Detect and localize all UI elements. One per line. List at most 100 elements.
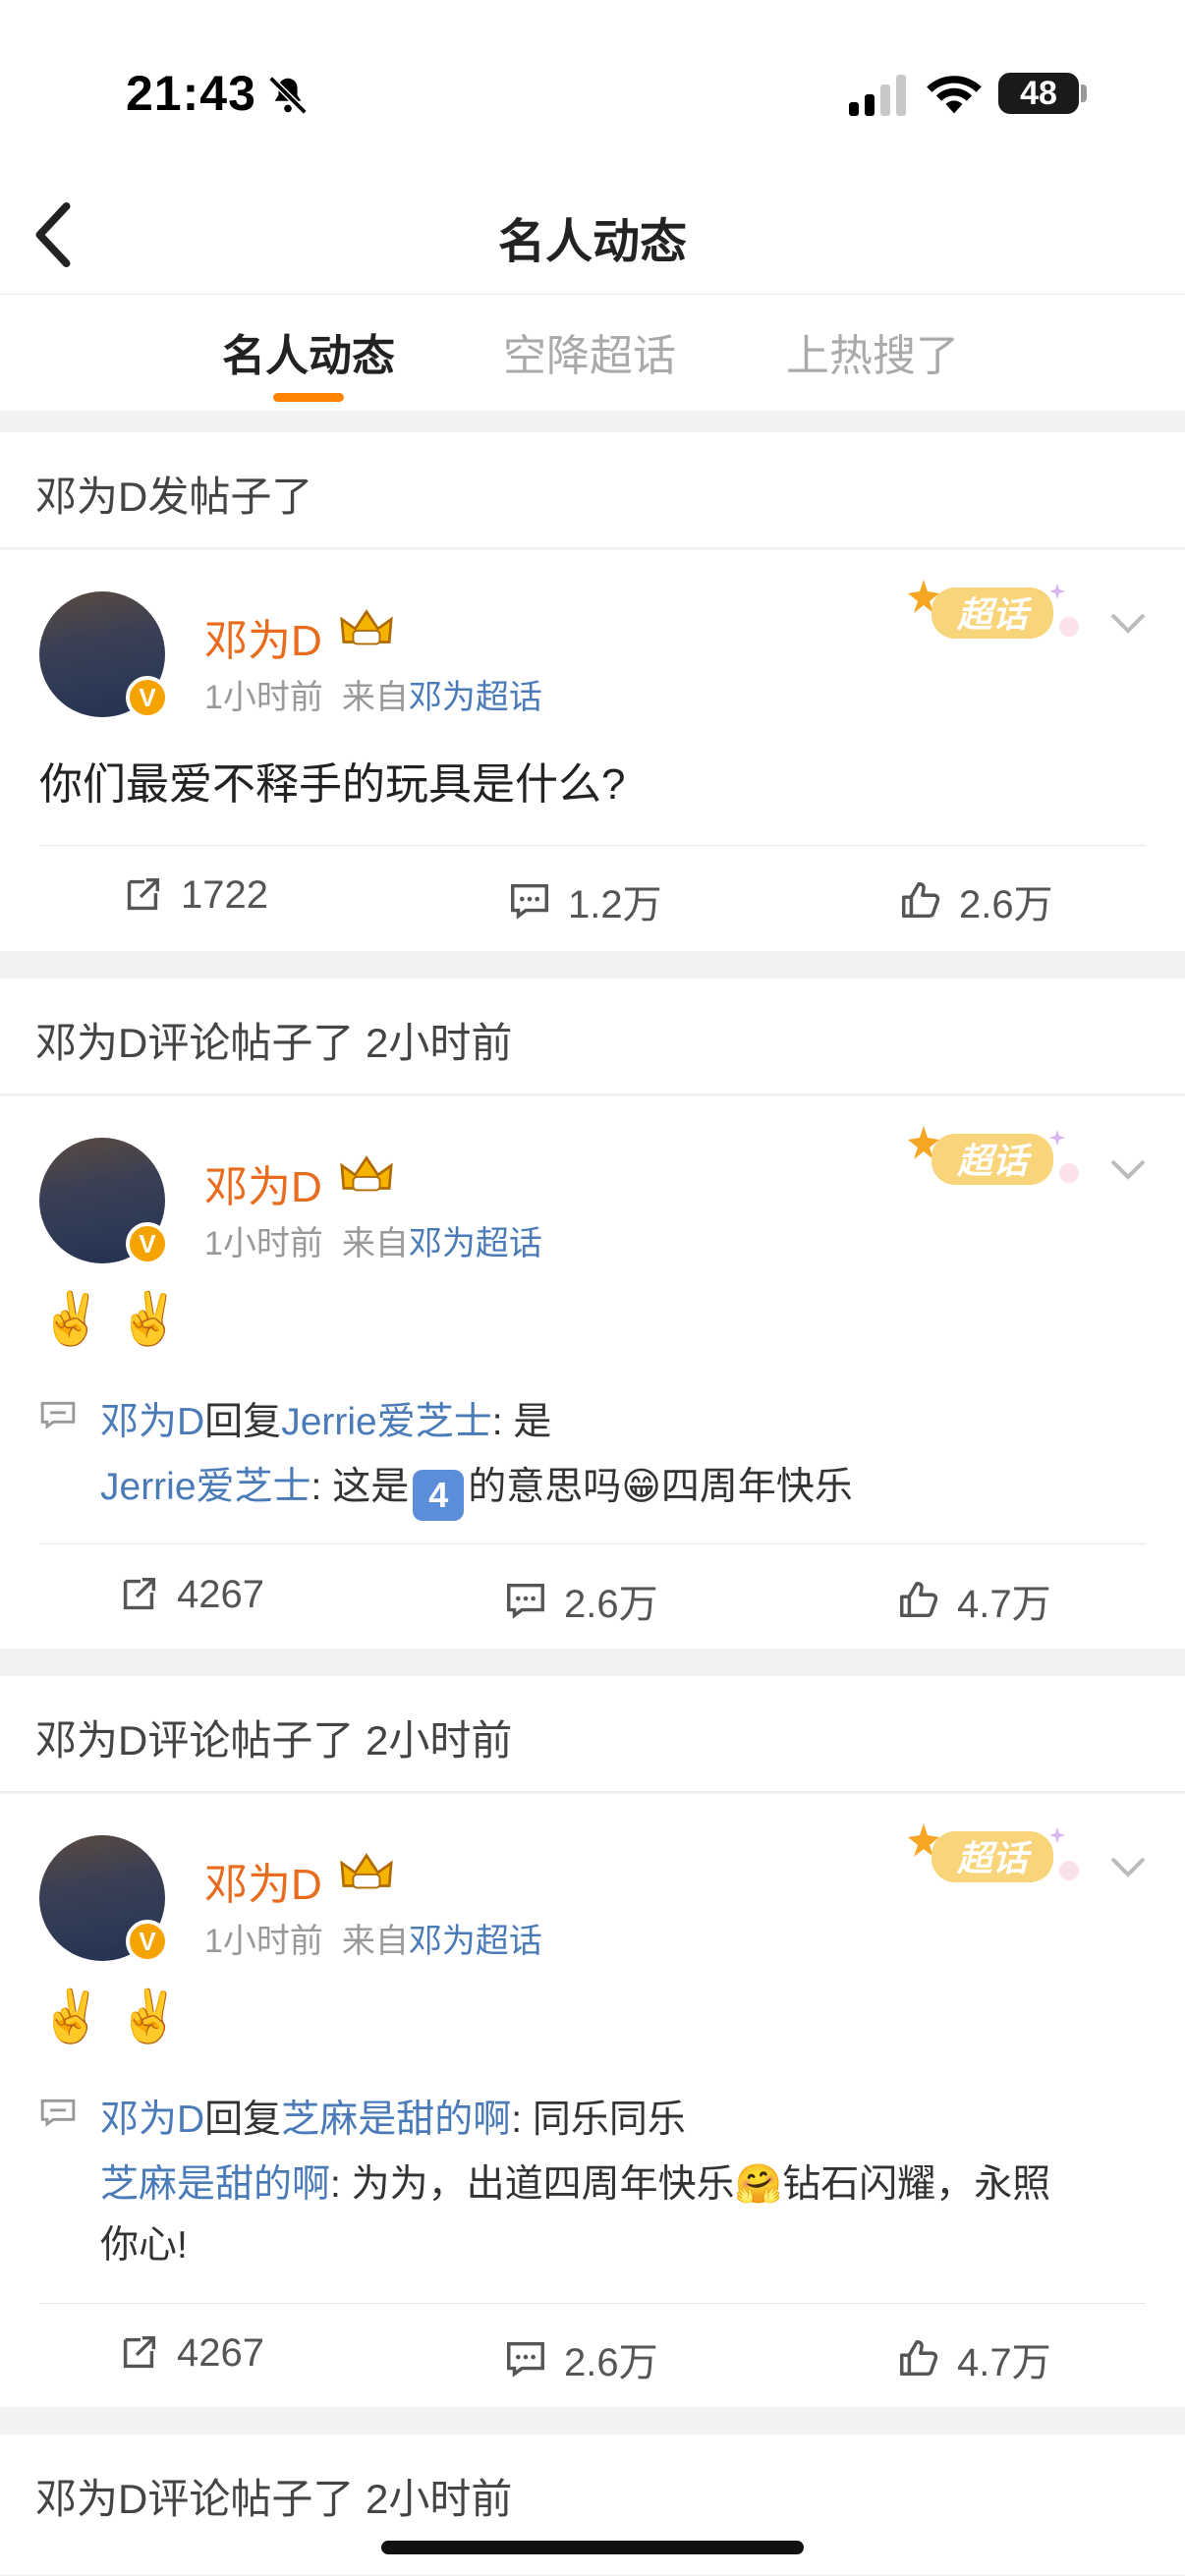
tab-celebrity-updates[interactable]: 名人动态 <box>222 320 395 383</box>
like-button[interactable]: 2.6万 <box>898 872 1053 929</box>
comment-icon <box>507 2341 544 2378</box>
section-header: 邓为D评论帖子了 2小时前 <box>0 2435 1185 2576</box>
quoted-comment-continued: 你心! <box>100 2214 188 2269</box>
comment-reply-icon <box>40 2099 76 2127</box>
thumbs-up-icon <box>902 882 940 919</box>
divider <box>39 1543 1146 1544</box>
repost-icon <box>123 2335 156 2369</box>
source-link[interactable]: 邓为超话 <box>409 1225 542 1262</box>
verified-badge-icon: V <box>126 1920 169 1963</box>
nav-bar: 名人动态 <box>0 177 1185 295</box>
reply-line: 邓为D回复芝麻是甜的啊: 同乐同乐 <box>100 2089 686 2144</box>
post-text: 你们最爱不释手的玩具是什么? <box>39 760 626 809</box>
post-time: 1小时前 <box>204 679 323 716</box>
supertopic-badge[interactable]: 超话 <box>904 1118 1089 1201</box>
post-time: 1小时前 <box>204 1923 323 1960</box>
keycap-four-emoji: 4 <box>413 1470 465 1521</box>
crown-icon <box>340 1155 393 1192</box>
reply-target[interactable]: 芝麻是甜的啊 <box>281 2099 511 2141</box>
reply-text: : 同乐同乐 <box>511 2099 686 2141</box>
repost-button[interactable]: 4267 <box>116 2330 264 2376</box>
repost-icon <box>127 877 160 911</box>
post-card[interactable]: V 邓为D 1小时前 来自邓为超话 超话 ✌️ ✌️ 邓为D回复芝麻是甜的啊: … <box>0 1794 1185 2407</box>
comment-reply-icon <box>40 1401 76 1429</box>
supertopic-badge[interactable]: 超话 <box>904 1816 1089 1898</box>
repost-button[interactable]: 1722 <box>120 872 268 918</box>
section-header-text: 邓为D评论帖子了 2小时前 <box>35 1020 513 1066</box>
section-header-text: 邓为D评论帖子了 2小时前 <box>35 2476 513 2522</box>
repost-button[interactable]: 4267 <box>116 1572 264 1617</box>
reply-word: 回复 <box>204 1401 282 1443</box>
page-title: 名人动态 <box>497 216 687 268</box>
status-time: 21:43 <box>126 66 256 121</box>
reply-line: 邓为D回复Jerrie爱芝士: 是 <box>100 1391 551 1446</box>
reply-user[interactable]: 邓为D <box>100 1401 204 1443</box>
chevron-down-icon[interactable] <box>1108 611 1148 635</box>
quote-user[interactable]: Jerrie爱芝士 <box>100 1466 311 1508</box>
status-bar: 21:43 48 <box>0 0 1185 177</box>
tab-trending[interactable]: 上热搜了 <box>786 320 959 383</box>
quoted-comment: Jerrie爱芝士: 这是 4 的意思吗😁四周年快乐 <box>100 1456 853 1521</box>
home-indicator[interactable] <box>381 2541 804 2554</box>
section-header-text: 邓为D评论帖子了 2小时前 <box>35 1717 513 1764</box>
section-header: 邓为D发帖子了 <box>0 432 1185 548</box>
reply-word: 回复 <box>204 2099 282 2141</box>
tab-bar: 名人动态 空降超话 上热搜了 <box>0 295 1185 411</box>
comment-count: 2.6万 <box>564 2341 658 2384</box>
verified-badge-icon: V <box>126 1222 169 1265</box>
thumbs-up-icon <box>900 2340 938 2377</box>
chevron-down-icon[interactable] <box>1108 1157 1148 1181</box>
verified-badge-icon: V <box>126 676 169 719</box>
post-emoji: ✌️ ✌️ <box>39 1291 181 1348</box>
like-count: 2.6万 <box>959 883 1053 926</box>
like-count: 4.7万 <box>957 2341 1051 2384</box>
repost-count: 4267 <box>177 1572 264 1616</box>
user-name[interactable]: 邓为D <box>204 1151 322 1214</box>
post-meta: 1小时前 来自邓为超话 <box>204 1914 542 1962</box>
comment-button[interactable]: 2.6万 <box>503 2330 658 2387</box>
like-button[interactable]: 4.7万 <box>896 1572 1051 1629</box>
bell-off-icon <box>268 76 308 115</box>
source-link[interactable]: 邓为超话 <box>409 679 542 716</box>
section-header: 邓为D评论帖子了 2小时前 <box>0 979 1185 1094</box>
quote-text-end: 你心! <box>100 2224 188 2267</box>
like-count: 4.7万 <box>957 1583 1051 1626</box>
active-tab-indicator <box>273 393 344 402</box>
user-name[interactable]: 邓为D <box>204 1849 322 1912</box>
quote-text: : 这是 <box>310 1466 410 1508</box>
like-button[interactable]: 4.7万 <box>896 2330 1051 2387</box>
repost-count: 4267 <box>177 2330 264 2375</box>
source-prefix: 来自 <box>341 1225 409 1262</box>
post-emoji: ✌️ ✌️ <box>39 1988 181 2045</box>
battery-indicator: 48 <box>998 73 1079 114</box>
quote-user[interactable]: 芝麻是甜的啊 <box>100 2163 330 2206</box>
thumbs-up-icon <box>900 1582 938 1618</box>
post-meta: 1小时前 来自邓为超话 <box>204 1216 542 1264</box>
post-card[interactable]: V 邓为D 1小时前 来自邓为超话 超话 ✌️ ✌️ 邓为D回复Jerrie爱芝… <box>0 1096 1185 1649</box>
comment-button[interactable]: 1.2万 <box>507 872 662 929</box>
quote-text-end: 的意思吗😁四周年快乐 <box>468 1466 853 1508</box>
supertopic-badge[interactable]: 超话 <box>904 572 1089 654</box>
supertopic-label: 超话 <box>956 1141 1033 1181</box>
user-name[interactable]: 邓为D <box>204 605 322 668</box>
comment-button[interactable]: 2.6万 <box>503 1572 658 1629</box>
reply-user[interactable]: 邓为D <box>100 2099 204 2141</box>
reply-target[interactable]: Jerrie爱芝士 <box>281 1401 492 1443</box>
repost-count: 1722 <box>181 872 268 917</box>
comment-icon <box>507 1583 544 1619</box>
crown-icon <box>340 609 393 645</box>
quote-text: : 为为，出道四周年快乐🤗钻石闪耀，永照 <box>330 2163 1051 2206</box>
section-header: 邓为D评论帖子了 2小时前 <box>0 1676 1185 1792</box>
tab-supertopic-drop[interactable]: 空降超话 <box>503 320 676 383</box>
post-time: 1小时前 <box>204 1225 323 1262</box>
source-link[interactable]: 邓为超话 <box>409 1923 542 1960</box>
supertopic-label: 超话 <box>956 1838 1033 1878</box>
chevron-down-icon[interactable] <box>1108 1855 1148 1878</box>
post-meta: 1小时前 来自邓为超话 <box>204 670 542 718</box>
post-card[interactable]: V 邓为D 1小时前 来自邓为超话 超话 你们最爱不释手的玩具是什么? 1722… <box>0 550 1185 951</box>
quoted-comment: 芝麻是甜的啊: 为为，出道四周年快乐🤗钻石闪耀，永照 <box>100 2154 1050 2209</box>
comment-count: 1.2万 <box>568 883 662 926</box>
wifi-icon <box>927 76 982 114</box>
source-prefix: 来自 <box>341 1923 409 1960</box>
cellular-signal-icon <box>849 75 906 116</box>
